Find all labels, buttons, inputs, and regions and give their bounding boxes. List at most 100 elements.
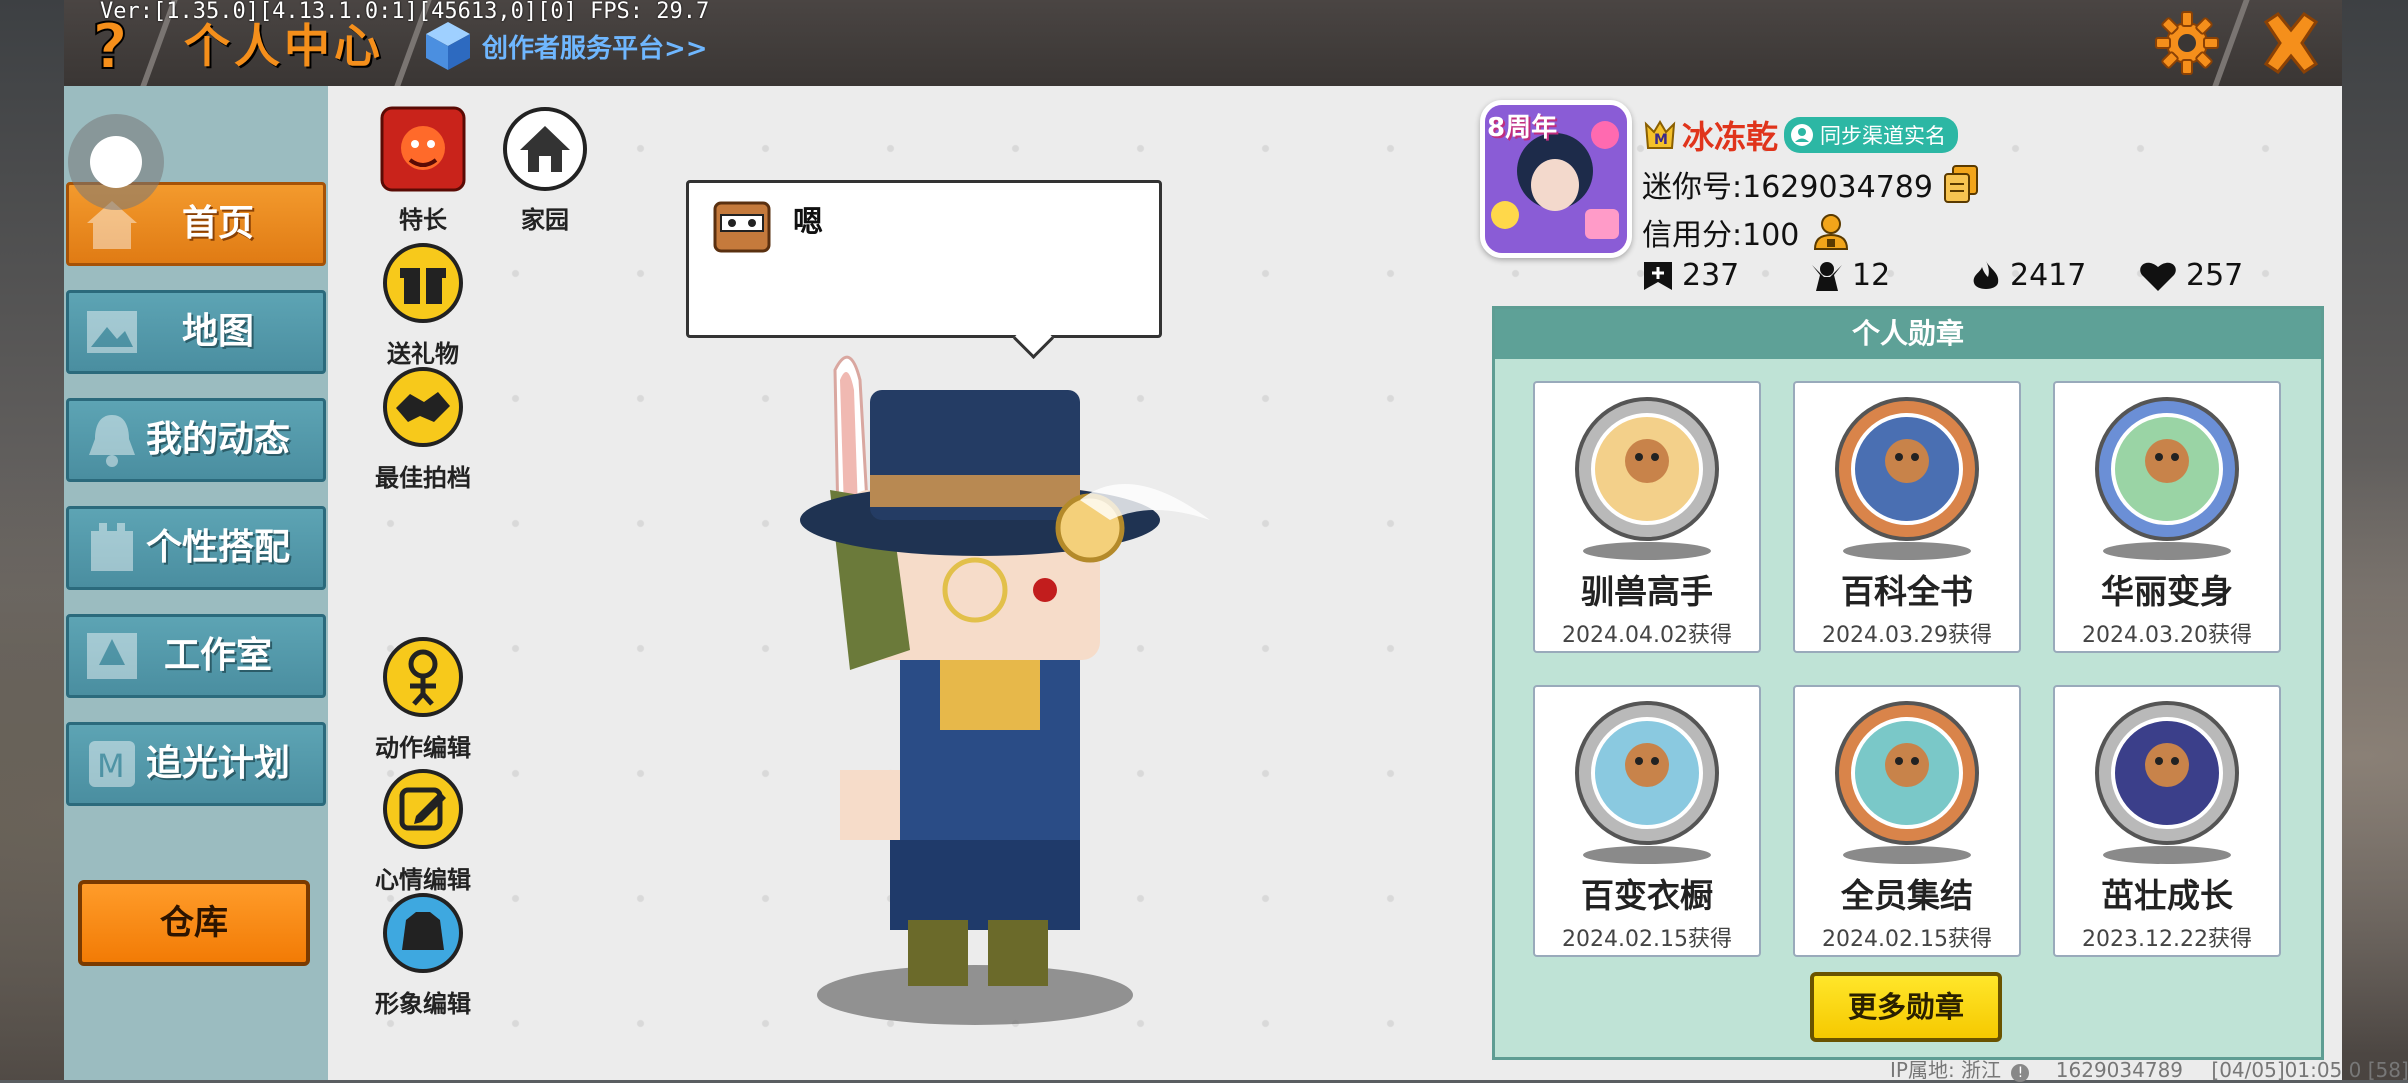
medal-name: 百科全书 (1841, 572, 1973, 611)
stat-popularity[interactable]: 2417 (1970, 258, 2086, 293)
mood-text: 嗯 (793, 205, 823, 240)
homestead-label: 家园 (521, 206, 569, 234)
medal-icon (1575, 701, 1719, 864)
stat-popularity-value: 2417 (2010, 258, 2087, 293)
sidebar-item-label: 工作室 (163, 635, 272, 676)
info-icon[interactable]: ! (2011, 1064, 2030, 1082)
credit-user-icon[interactable] (1811, 211, 1853, 253)
ip-location: IP属地: 浙江 (1890, 1058, 2002, 1082)
specialty-icon (380, 106, 466, 192)
profile-stats: 237 12 2417 257 (1640, 258, 2260, 302)
username-row: M 冰冻乾 同步渠道实名 (1644, 112, 1959, 158)
debug-info: Ver:[1.35.0][4.13.1.0:1][45613,0][0] FPS… (100, 0, 710, 24)
svg-text:M: M (1654, 132, 1668, 148)
post-icon (1644, 261, 1672, 290)
house-icon (503, 107, 587, 191)
heart-icon (2140, 262, 2176, 291)
creator-link-label: 创作者服务平台>> (482, 33, 708, 64)
best-partner-label: 最佳拍档 (375, 464, 471, 492)
sidebar-item-label: 个性搭配 (145, 527, 290, 568)
appearance-edit-button[interactable]: 形象编辑 (368, 890, 478, 1019)
sidebar-item-outfit[interactable]: 个性搭配 (66, 506, 326, 590)
medal-card[interactable]: 百变衣橱 2024.02.15获得 (1533, 685, 1761, 957)
warehouse-button[interactable]: 仓库 (78, 880, 310, 966)
action-edit-button[interactable]: 动作编辑 (368, 634, 478, 763)
stat-posts[interactable]: 237 (1642, 258, 1739, 293)
medal-name: 驯兽高手 (1581, 572, 1713, 611)
medal-date: 2024.03.20获得 (2082, 623, 2252, 648)
svg-text:M: M (97, 747, 125, 785)
medal-card[interactable]: 百科全书 2024.03.29获得 (1793, 381, 2021, 653)
realname-sync-badge[interactable]: 同步渠道实名 (1784, 117, 1959, 153)
mini-id: 迷你号:1629034789 (1642, 170, 1933, 205)
medal-name: 百变衣橱 (1581, 876, 1713, 915)
sidebar-item-light-chaser[interactable]: M 追光计划 (66, 722, 326, 806)
medal-icon (1835, 701, 1979, 864)
floating-assist-ball[interactable] (68, 114, 164, 210)
mini-id-row: 迷你号:1629034789 (1642, 162, 1979, 206)
copy-icon[interactable] (1943, 164, 1979, 204)
more-medals-button[interactable]: 更多勋章 (1810, 972, 2002, 1042)
vip-icon: M (1644, 120, 1676, 149)
anniversary-badge: 8周年 (1487, 113, 1558, 143)
medals-panel: 个人勋章 驯兽高手 2024.04.02获得 百科全书 2024.03.29获得 华丽变… (1492, 306, 2324, 1060)
close-button[interactable] (2256, 8, 2326, 78)
homestead-button[interactable]: 家园 (490, 106, 600, 235)
medal-icon (2095, 397, 2239, 560)
sidebar-item-label: 追光计划 (145, 743, 290, 784)
stat-likes-value: 257 (2186, 258, 2244, 293)
verified-user-icon (1791, 124, 1814, 146)
medal-icon (1835, 397, 1979, 560)
mood-edit-button[interactable]: 心情编辑 (368, 766, 478, 895)
outfit-edit-icon (383, 893, 463, 973)
medal-date: 2023.12.22获得 (2082, 927, 2252, 952)
gift-icon (383, 243, 463, 323)
appearance-edit-label: 形象编辑 (375, 990, 471, 1018)
medal-date: 2024.02.15获得 (1562, 927, 1732, 952)
player-avatar-character[interactable] (790, 350, 1250, 1030)
medal-card[interactable]: 驯兽高手 2024.04.02获得 (1533, 381, 1761, 653)
medal-date: 2024.04.02获得 (1562, 623, 1732, 648)
sidebar-item-map[interactable]: 地图 (66, 290, 326, 374)
footer-info: IP属地: 浙江 ! 1629034789 [04/05]01:05 0 [58… (1890, 1054, 2408, 1083)
send-gift-button[interactable]: 送礼物 (368, 240, 478, 369)
medal-date: 2024.03.29获得 (1822, 623, 1992, 648)
stat-likes[interactable]: 257 (2138, 258, 2243, 293)
medal-name: 全员集结 (1841, 876, 1973, 915)
specialty-button[interactable]: 特长 (368, 106, 478, 235)
profile-avatar[interactable]: 8周年 (1480, 100, 1632, 258)
medal-name: 华丽变身 (2101, 572, 2233, 611)
username: 冰冻乾 (1682, 118, 1779, 156)
specialty-label: 特长 (399, 206, 447, 234)
action-edit-label: 动作编辑 (375, 734, 471, 762)
gear-icon (2155, 11, 2219, 75)
credit-score: 信用分:100 (1642, 218, 1800, 253)
best-partner-button[interactable]: 最佳拍档 (368, 364, 478, 493)
stat-followers[interactable]: 12 (1810, 258, 1890, 293)
sidebar-item-label: 首页 (181, 203, 254, 244)
footer-time: [04/05]01:05 0 [58] (2211, 1058, 2408, 1082)
medal-icon (2095, 701, 2239, 864)
action-edit-icon (383, 637, 463, 717)
sidebar-item-activity[interactable]: 我的动态 (66, 398, 326, 482)
fire-icon (1973, 260, 1999, 289)
medal-date: 2024.02.15获得 (1822, 927, 1992, 952)
credit-row: 信用分:100 (1642, 210, 1853, 254)
stat-posts-value: 237 (1682, 258, 1740, 293)
settings-button[interactable] (2154, 10, 2220, 76)
medal-name: 茁壮成长 (2101, 876, 2233, 915)
sidebar-item-studio[interactable]: 工作室 (66, 614, 326, 698)
speech-bubble: 嗯 (686, 180, 1162, 338)
mood-avatar-icon (713, 201, 771, 253)
footer-uid: 1629034789 (2055, 1058, 2184, 1082)
medal-card[interactable]: 华丽变身 2024.03.20获得 (2053, 381, 2281, 653)
medal-card[interactable]: 茁壮成长 2023.12.22获得 (2053, 685, 2281, 957)
medal-card[interactable]: 全员集结 2024.02.15获得 (1793, 685, 2021, 957)
realname-label: 同步渠道实名 (1820, 124, 1947, 148)
cube-icon (426, 22, 470, 70)
creator-platform-link[interactable]: 创作者服务平台>> (424, 20, 708, 72)
medals-title: 个人勋章 (1495, 309, 2321, 359)
sidebar-item-label: 地图 (181, 311, 254, 352)
sidebar-item-label: 我的动态 (145, 419, 290, 460)
sidebar: 首页 地图 我的动态 个性搭配 工作室 M 追光计划 仓库 (64, 86, 328, 1080)
